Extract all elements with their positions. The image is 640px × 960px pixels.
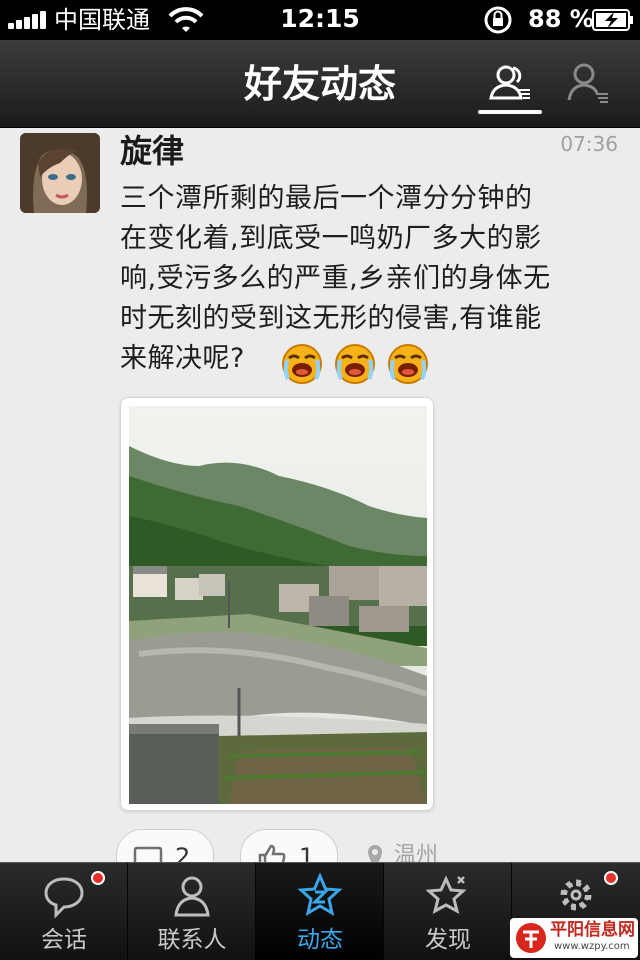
post-timestamp: 07:36 bbox=[560, 132, 618, 156]
site-watermark: 平阳信息网 www.wzpy.com bbox=[510, 918, 638, 958]
crying-face-icon bbox=[282, 344, 322, 384]
chat-bubble-icon bbox=[44, 877, 84, 919]
landscape-photo bbox=[129, 406, 427, 804]
contacts-icon bbox=[174, 876, 210, 917]
tab-feed[interactable]: 动态 bbox=[256, 863, 384, 960]
like-button[interactable]: 1 bbox=[240, 829, 338, 862]
comment-count: 2 bbox=[175, 843, 191, 862]
battery-charging-icon bbox=[592, 9, 633, 31]
notification-badge bbox=[91, 871, 105, 885]
like-count: 1 bbox=[299, 843, 315, 862]
star-z-icon bbox=[298, 873, 342, 917]
rotation-lock-icon bbox=[484, 6, 512, 34]
page-title: 好友动态 bbox=[243, 62, 396, 106]
thumbs-up-icon bbox=[258, 844, 286, 862]
post-text-line: 响,受污多么的严重,乡亲们的身体无 bbox=[120, 263, 551, 294]
watermark-title: 平阳信息网 bbox=[550, 920, 635, 940]
notification-badge bbox=[604, 871, 618, 885]
tab-label: 会话 bbox=[41, 927, 87, 953]
tab-discover[interactable]: 发现 bbox=[384, 863, 512, 960]
status-bar: 中国联通 12:15 88 % bbox=[0, 0, 640, 40]
tab-label: 动态 bbox=[297, 927, 343, 953]
friends-icon bbox=[489, 65, 530, 100]
crying-face-icon bbox=[388, 344, 429, 384]
watermark-url: www.wzpy.com bbox=[554, 941, 630, 952]
discover-star-icon bbox=[426, 875, 467, 914]
post-text-line: 在变化着,到底受一鸣奶厂多大的影 bbox=[120, 223, 542, 254]
gear-icon bbox=[560, 879, 592, 911]
watermark-logo-icon bbox=[516, 923, 546, 953]
battery-percentage: 88 % bbox=[528, 5, 594, 33]
comment-button[interactable]: 2 bbox=[116, 829, 214, 862]
my-feed-button[interactable] bbox=[566, 60, 610, 110]
tab-contacts[interactable]: 联系人 bbox=[128, 863, 256, 960]
tab-label: 联系人 bbox=[157, 927, 227, 953]
feed-list[interactable]: 旋律 07:36 三个潭所剩的最后一个潭分分钟的 在变化着,到底受一鸣奶厂多大的… bbox=[0, 129, 640, 862]
post-location: 温州 bbox=[394, 843, 439, 862]
tab-label: 发现 bbox=[425, 927, 471, 953]
crying-face-icon bbox=[335, 344, 376, 384]
navigation-bar: 好友动态 bbox=[0, 40, 640, 128]
comment-icon bbox=[133, 846, 163, 862]
person-list-icon bbox=[567, 63, 608, 103]
post-photo[interactable] bbox=[120, 397, 434, 811]
friends-feed-button[interactable] bbox=[478, 60, 542, 114]
post-text-line: 时无刻的受到这无形的侵害,有谁能 bbox=[120, 303, 542, 334]
post-author[interactable]: 旋律 bbox=[120, 131, 184, 171]
avatar[interactable] bbox=[20, 133, 100, 213]
active-tab-indicator bbox=[478, 110, 542, 114]
post-text-line: 三个潭所剩的最后一个潭分分钟的 bbox=[120, 183, 533, 214]
emoji-row bbox=[280, 341, 434, 385]
location-pin-icon bbox=[368, 845, 382, 862]
tab-chats[interactable]: 会话 bbox=[0, 863, 128, 960]
post-text-line: 来解决呢? bbox=[120, 343, 245, 374]
